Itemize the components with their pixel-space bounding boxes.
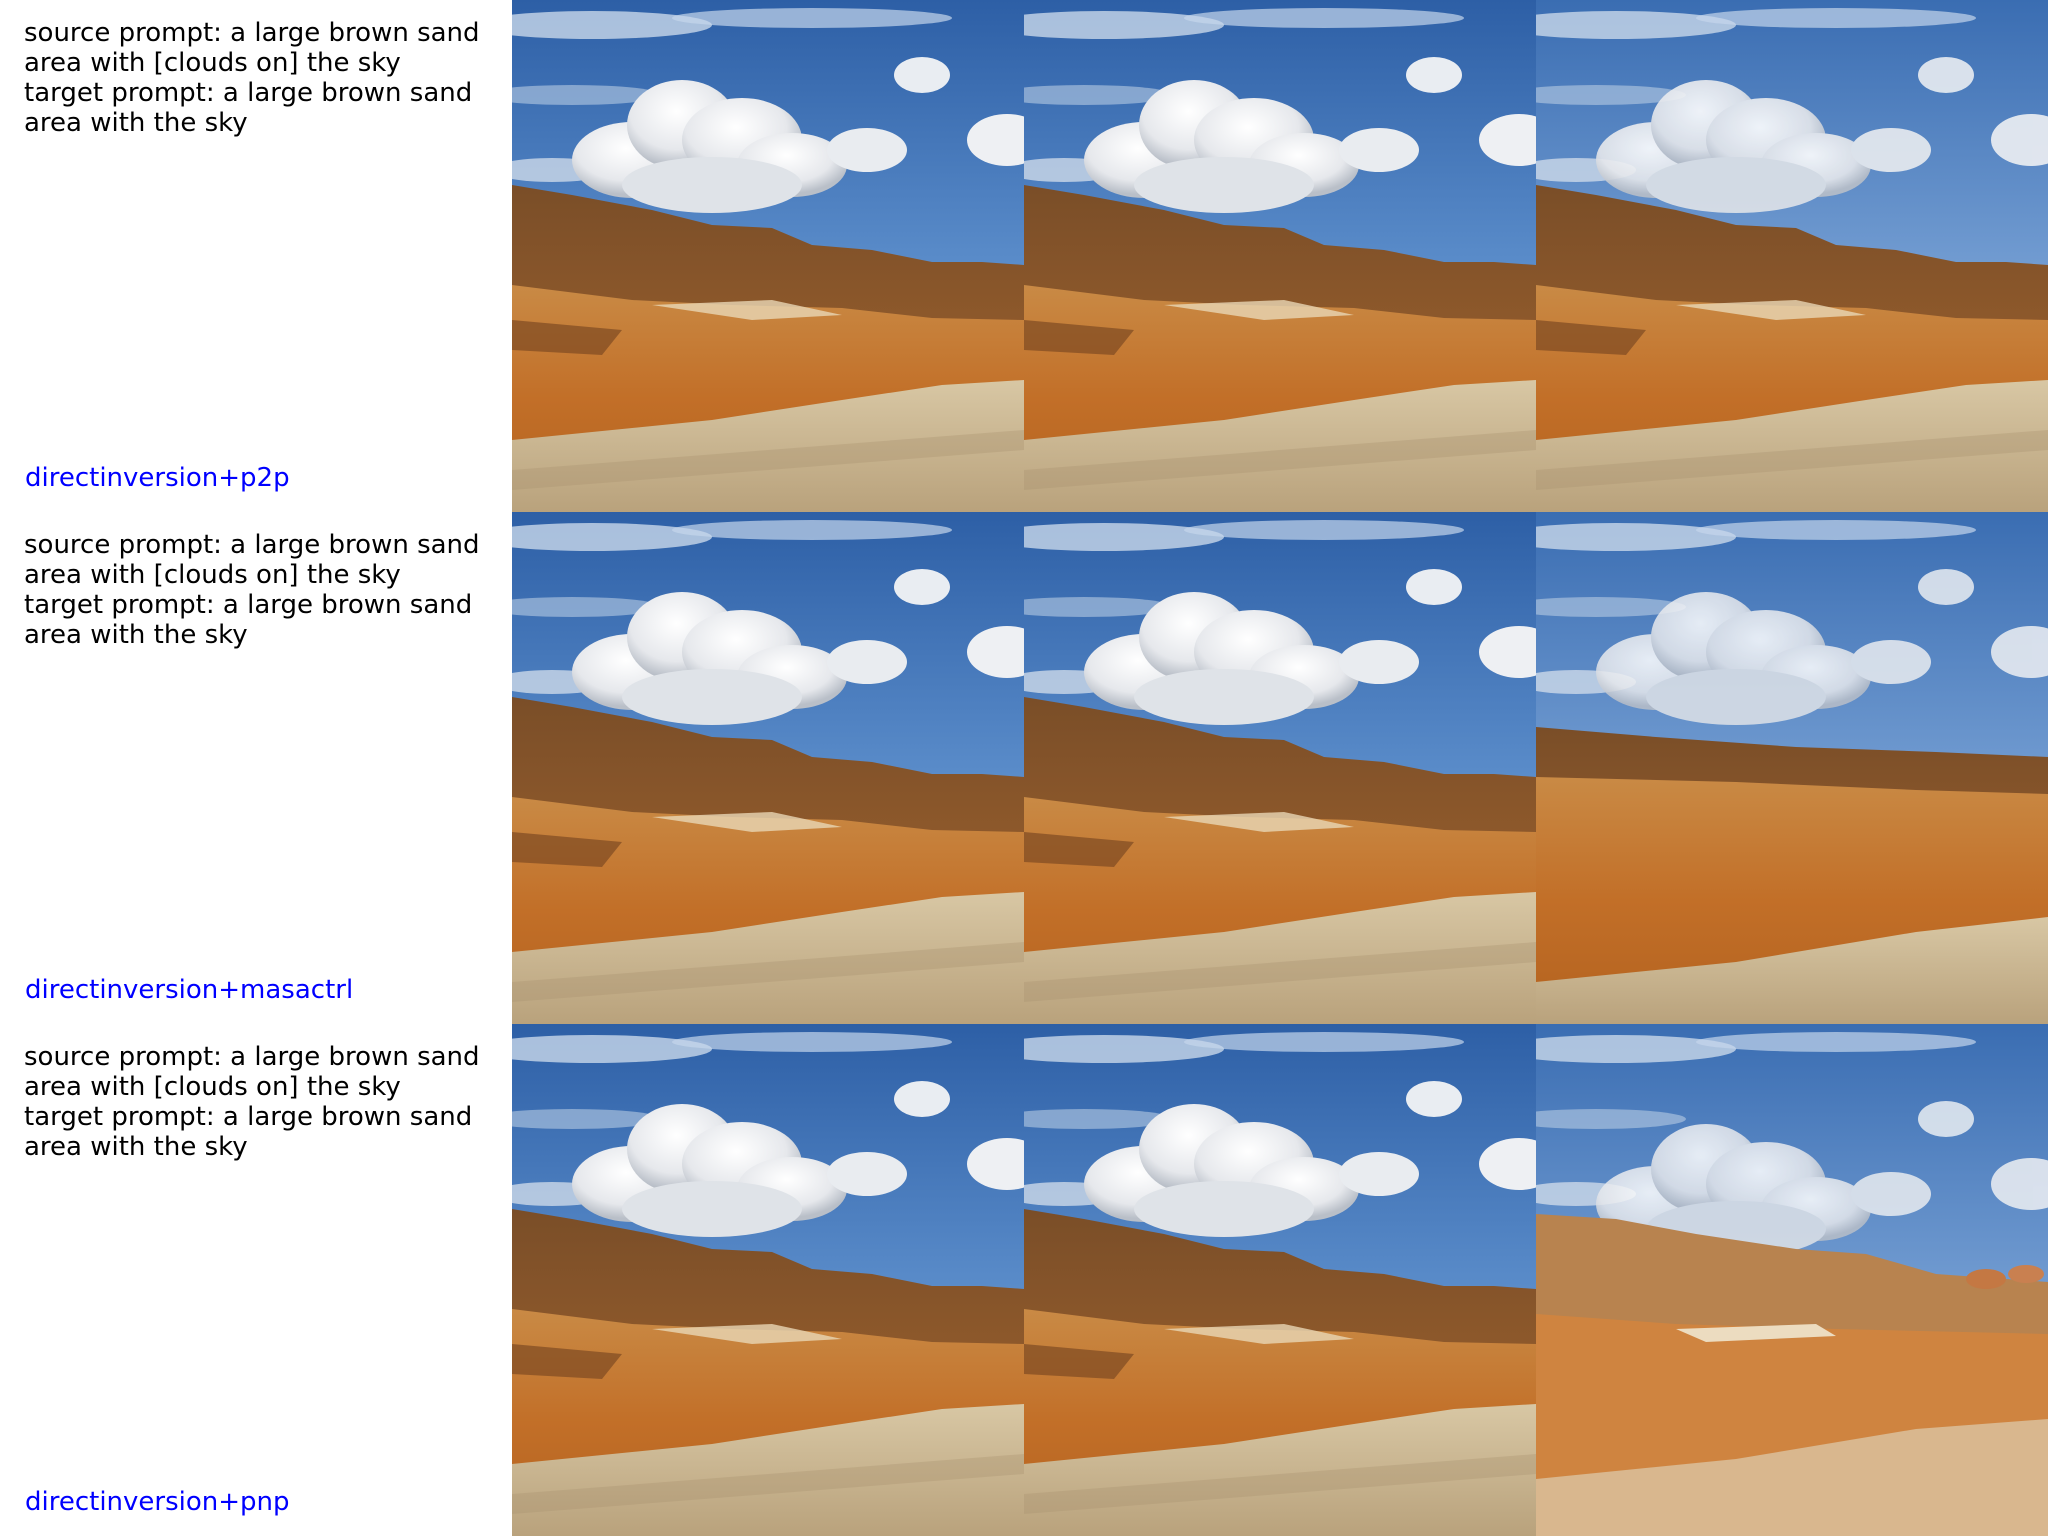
prompt-text: source prompt: a large brown sand area w…: [24, 530, 480, 650]
landscape-photo: [1536, 512, 2048, 1024]
landscape-photo: [512, 1024, 1024, 1536]
method-name: directinversion+masactrl: [25, 975, 354, 1005]
reconstruction-image: [1024, 512, 1536, 1024]
reconstruction-image: [1024, 0, 1536, 512]
landscape-photo: [512, 512, 1024, 1024]
source-image: [512, 1024, 1024, 1536]
comparison-row: source prompt: a large brown sand area w…: [0, 1024, 2048, 1536]
method-name: directinversion+p2p: [25, 463, 290, 493]
landscape-photo: [1024, 512, 1536, 1024]
prompt-text: source prompt: a large brown sand area w…: [24, 18, 480, 138]
row-label-column: source prompt: a large brown sand area w…: [0, 0, 512, 512]
source-image: [512, 0, 1024, 512]
row-label-column: source prompt: a large brown sand area w…: [0, 1024, 512, 1536]
comparison-row: source prompt: a large brown sand area w…: [0, 0, 2048, 512]
reconstruction-image: [1024, 1024, 1536, 1536]
landscape-photo: [1536, 1024, 2048, 1536]
row-label-column: source prompt: a large brown sand area w…: [0, 512, 512, 1024]
landscape-photo: [512, 0, 1024, 512]
prompt-text: source prompt: a large brown sand area w…: [24, 1042, 480, 1162]
source-image: [512, 512, 1024, 1024]
method-name: directinversion+pnp: [25, 1487, 290, 1517]
landscape-photo: [1536, 0, 2048, 512]
edited-image: [1536, 512, 2048, 1024]
edited-image: [1536, 1024, 2048, 1536]
landscape-photo: [1024, 0, 1536, 512]
landscape-photo: [1024, 1024, 1536, 1536]
edited-image: [1536, 0, 2048, 512]
comparison-row: source prompt: a large brown sand area w…: [0, 512, 2048, 1024]
